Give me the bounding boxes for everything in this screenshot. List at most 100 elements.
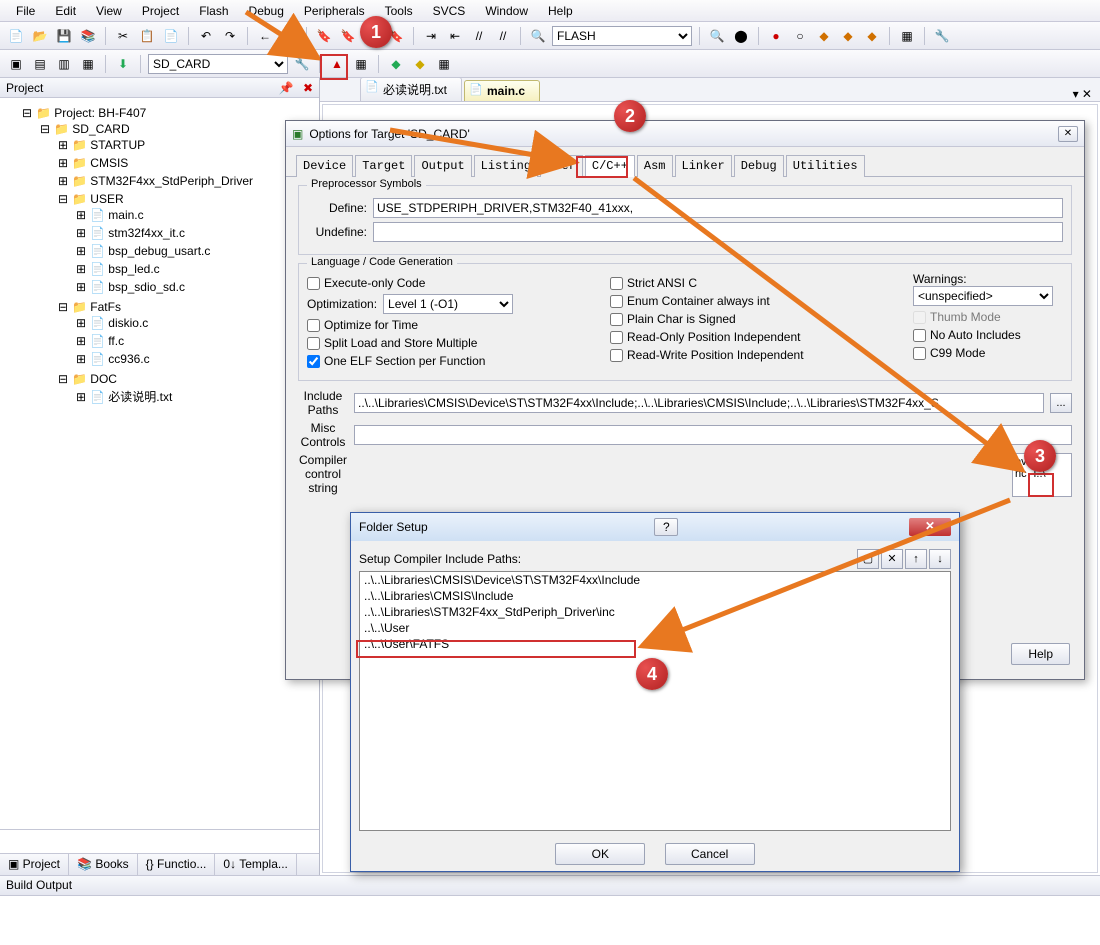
save-all-icon[interactable]: 📚: [78, 26, 98, 46]
target-combo[interactable]: SD_CARD: [148, 54, 288, 74]
folder-paths-list[interactable]: ..\..\Libraries\CMSIS\Device\ST\STM32F4x…: [359, 571, 951, 831]
define-input[interactable]: [373, 198, 1063, 218]
debug-session-icon[interactable]: 🔍: [707, 26, 727, 46]
tab-project[interactable]: ▣ Project: [0, 854, 69, 875]
chk-plain-char[interactable]: [610, 313, 623, 326]
build-icon[interactable]: ▤: [30, 54, 50, 74]
build-output-body[interactable]: [0, 895, 1100, 945]
nav-back-icon[interactable]: ←: [255, 26, 275, 46]
warnings-select[interactable]: <unspecified>: [913, 286, 1053, 306]
folder-ok-button[interactable]: OK: [555, 843, 645, 865]
tab-target[interactable]: Target: [355, 155, 412, 177]
find-in-files-icon[interactable]: 🔍: [528, 26, 548, 46]
menu-view[interactable]: View: [86, 2, 132, 20]
menu-file[interactable]: File: [6, 2, 45, 20]
rebuild-icon[interactable]: ▥: [54, 54, 74, 74]
folder-help-icon[interactable]: ?: [654, 518, 678, 536]
target-options-icon[interactable]: 🔧: [292, 54, 312, 74]
chk-c99[interactable]: [913, 347, 926, 360]
pin-icon[interactable]: 📌: [279, 81, 294, 95]
chk-ro-pi[interactable]: [610, 331, 623, 344]
folder-delete-icon[interactable]: ✕: [881, 549, 903, 569]
translate-icon[interactable]: ▣: [6, 54, 26, 74]
chk-split[interactable]: [307, 337, 320, 350]
cut-icon[interactable]: ✂: [113, 26, 133, 46]
editor-tab-1[interactable]: main.c: [464, 80, 540, 101]
tree-file[interactable]: cc936.c: [108, 352, 149, 366]
tab-cpp[interactable]: C/C++: [585, 155, 635, 177]
menu-edit[interactable]: Edit: [45, 2, 86, 20]
chk-enum[interactable]: [610, 295, 623, 308]
uncomment-icon[interactable]: //: [493, 26, 513, 46]
step-out-icon[interactable]: ◆: [862, 26, 882, 46]
tree-group[interactable]: CMSIS: [90, 156, 128, 170]
open-icon[interactable]: 📂: [30, 26, 50, 46]
tab-user[interactable]: User: [540, 155, 583, 177]
tab-linker[interactable]: Linker: [675, 155, 732, 177]
new-file-icon[interactable]: 📄: [6, 26, 26, 46]
include-paths-browse-button[interactable]: ...: [1050, 393, 1072, 413]
folder-new-icon[interactable]: ▢: [857, 549, 879, 569]
tab-asm[interactable]: Asm: [637, 155, 673, 177]
menu-help[interactable]: Help: [538, 2, 583, 20]
paste-icon[interactable]: 📄: [161, 26, 181, 46]
folder-down-icon[interactable]: ↓: [929, 549, 951, 569]
redo-icon[interactable]: ↷: [220, 26, 240, 46]
chk-strict-ansi[interactable]: [610, 277, 623, 290]
chk-no-auto[interactable]: [913, 329, 926, 342]
pack-icon[interactable]: ▦: [434, 54, 454, 74]
chk-rw-pi[interactable]: [610, 349, 623, 362]
bookmark-icon[interactable]: 🔖: [314, 26, 334, 46]
tree-file[interactable]: ff.c: [108, 334, 124, 348]
tree-group[interactable]: USER: [90, 192, 123, 206]
menu-peripherals[interactable]: Peripherals: [294, 2, 375, 20]
tab-functions[interactable]: {} Functio...: [138, 854, 216, 875]
pack-green-icon[interactable]: ◆: [386, 54, 406, 74]
configure-icon[interactable]: 🔧: [932, 26, 952, 46]
batch-build-icon[interactable]: ▦: [78, 54, 98, 74]
save-icon[interactable]: 💾: [54, 26, 74, 46]
file-ext-icon[interactable]: ▲: [327, 54, 347, 74]
folder-path-item[interactable]: ..\..\Libraries\CMSIS\Include: [360, 588, 950, 604]
folder-close-icon[interactable]: ✕: [909, 518, 951, 536]
tab-output[interactable]: Output: [414, 155, 471, 177]
chk-one-elf[interactable]: [307, 355, 320, 368]
stop-icon[interactable]: ○: [790, 26, 810, 46]
folder-cancel-button[interactable]: Cancel: [665, 843, 755, 865]
misc-controls-input[interactable]: [354, 425, 1072, 445]
tab-debug[interactable]: Debug: [734, 155, 784, 177]
folder-path-item[interactable]: ..\..\User\FATFS: [360, 636, 950, 652]
copy-icon[interactable]: 📋: [137, 26, 157, 46]
tree-target[interactable]: SD_CARD: [72, 122, 129, 136]
chk-opt-time[interactable]: [307, 319, 320, 332]
tab-listing[interactable]: Listing: [474, 155, 538, 177]
close-pane-icon[interactable]: ✖: [303, 81, 313, 95]
step-icon[interactable]: ◆: [814, 26, 834, 46]
indent-icon[interactable]: ⇥: [421, 26, 441, 46]
tree-file[interactable]: bsp_debug_usart.c: [108, 244, 210, 258]
tree-group[interactable]: STARTUP: [90, 138, 145, 152]
download-icon[interactable]: ⬇: [113, 54, 133, 74]
folder-path-item[interactable]: ..\..\Libraries\CMSIS\Device\ST\STM32F4x…: [360, 572, 950, 588]
menu-window[interactable]: Window: [475, 2, 538, 20]
menu-flash[interactable]: Flash: [189, 2, 238, 20]
chk-exec-only[interactable]: [307, 277, 320, 290]
tree-file[interactable]: main.c: [108, 208, 143, 222]
manage-icon[interactable]: ▦: [351, 54, 371, 74]
tree-group[interactable]: FatFs: [90, 300, 121, 314]
tree-group[interactable]: DOC: [90, 372, 117, 386]
options-close-icon[interactable]: ✕: [1058, 126, 1078, 142]
include-paths-input[interactable]: [354, 393, 1044, 413]
outdent-icon[interactable]: ⇤: [445, 26, 465, 46]
tab-books[interactable]: 📚 Books: [69, 854, 138, 875]
nav-fwd-icon[interactable]: →: [279, 26, 299, 46]
window-layout-icon[interactable]: ▦: [897, 26, 917, 46]
tab-templates[interactable]: 0↓ Templa...: [215, 854, 296, 875]
menu-svcs[interactable]: SVCS: [423, 2, 476, 20]
optimization-select[interactable]: Level 1 (-O1): [383, 294, 513, 314]
folder-up-icon[interactable]: ↑: [905, 549, 927, 569]
editor-tab-0[interactable]: 必读说明.txt: [360, 77, 462, 101]
tree-root[interactable]: Project: BH-F407: [54, 106, 146, 120]
folder-path-item[interactable]: ..\..\User: [360, 620, 950, 636]
menu-debug[interactable]: Debug: [239, 2, 294, 20]
